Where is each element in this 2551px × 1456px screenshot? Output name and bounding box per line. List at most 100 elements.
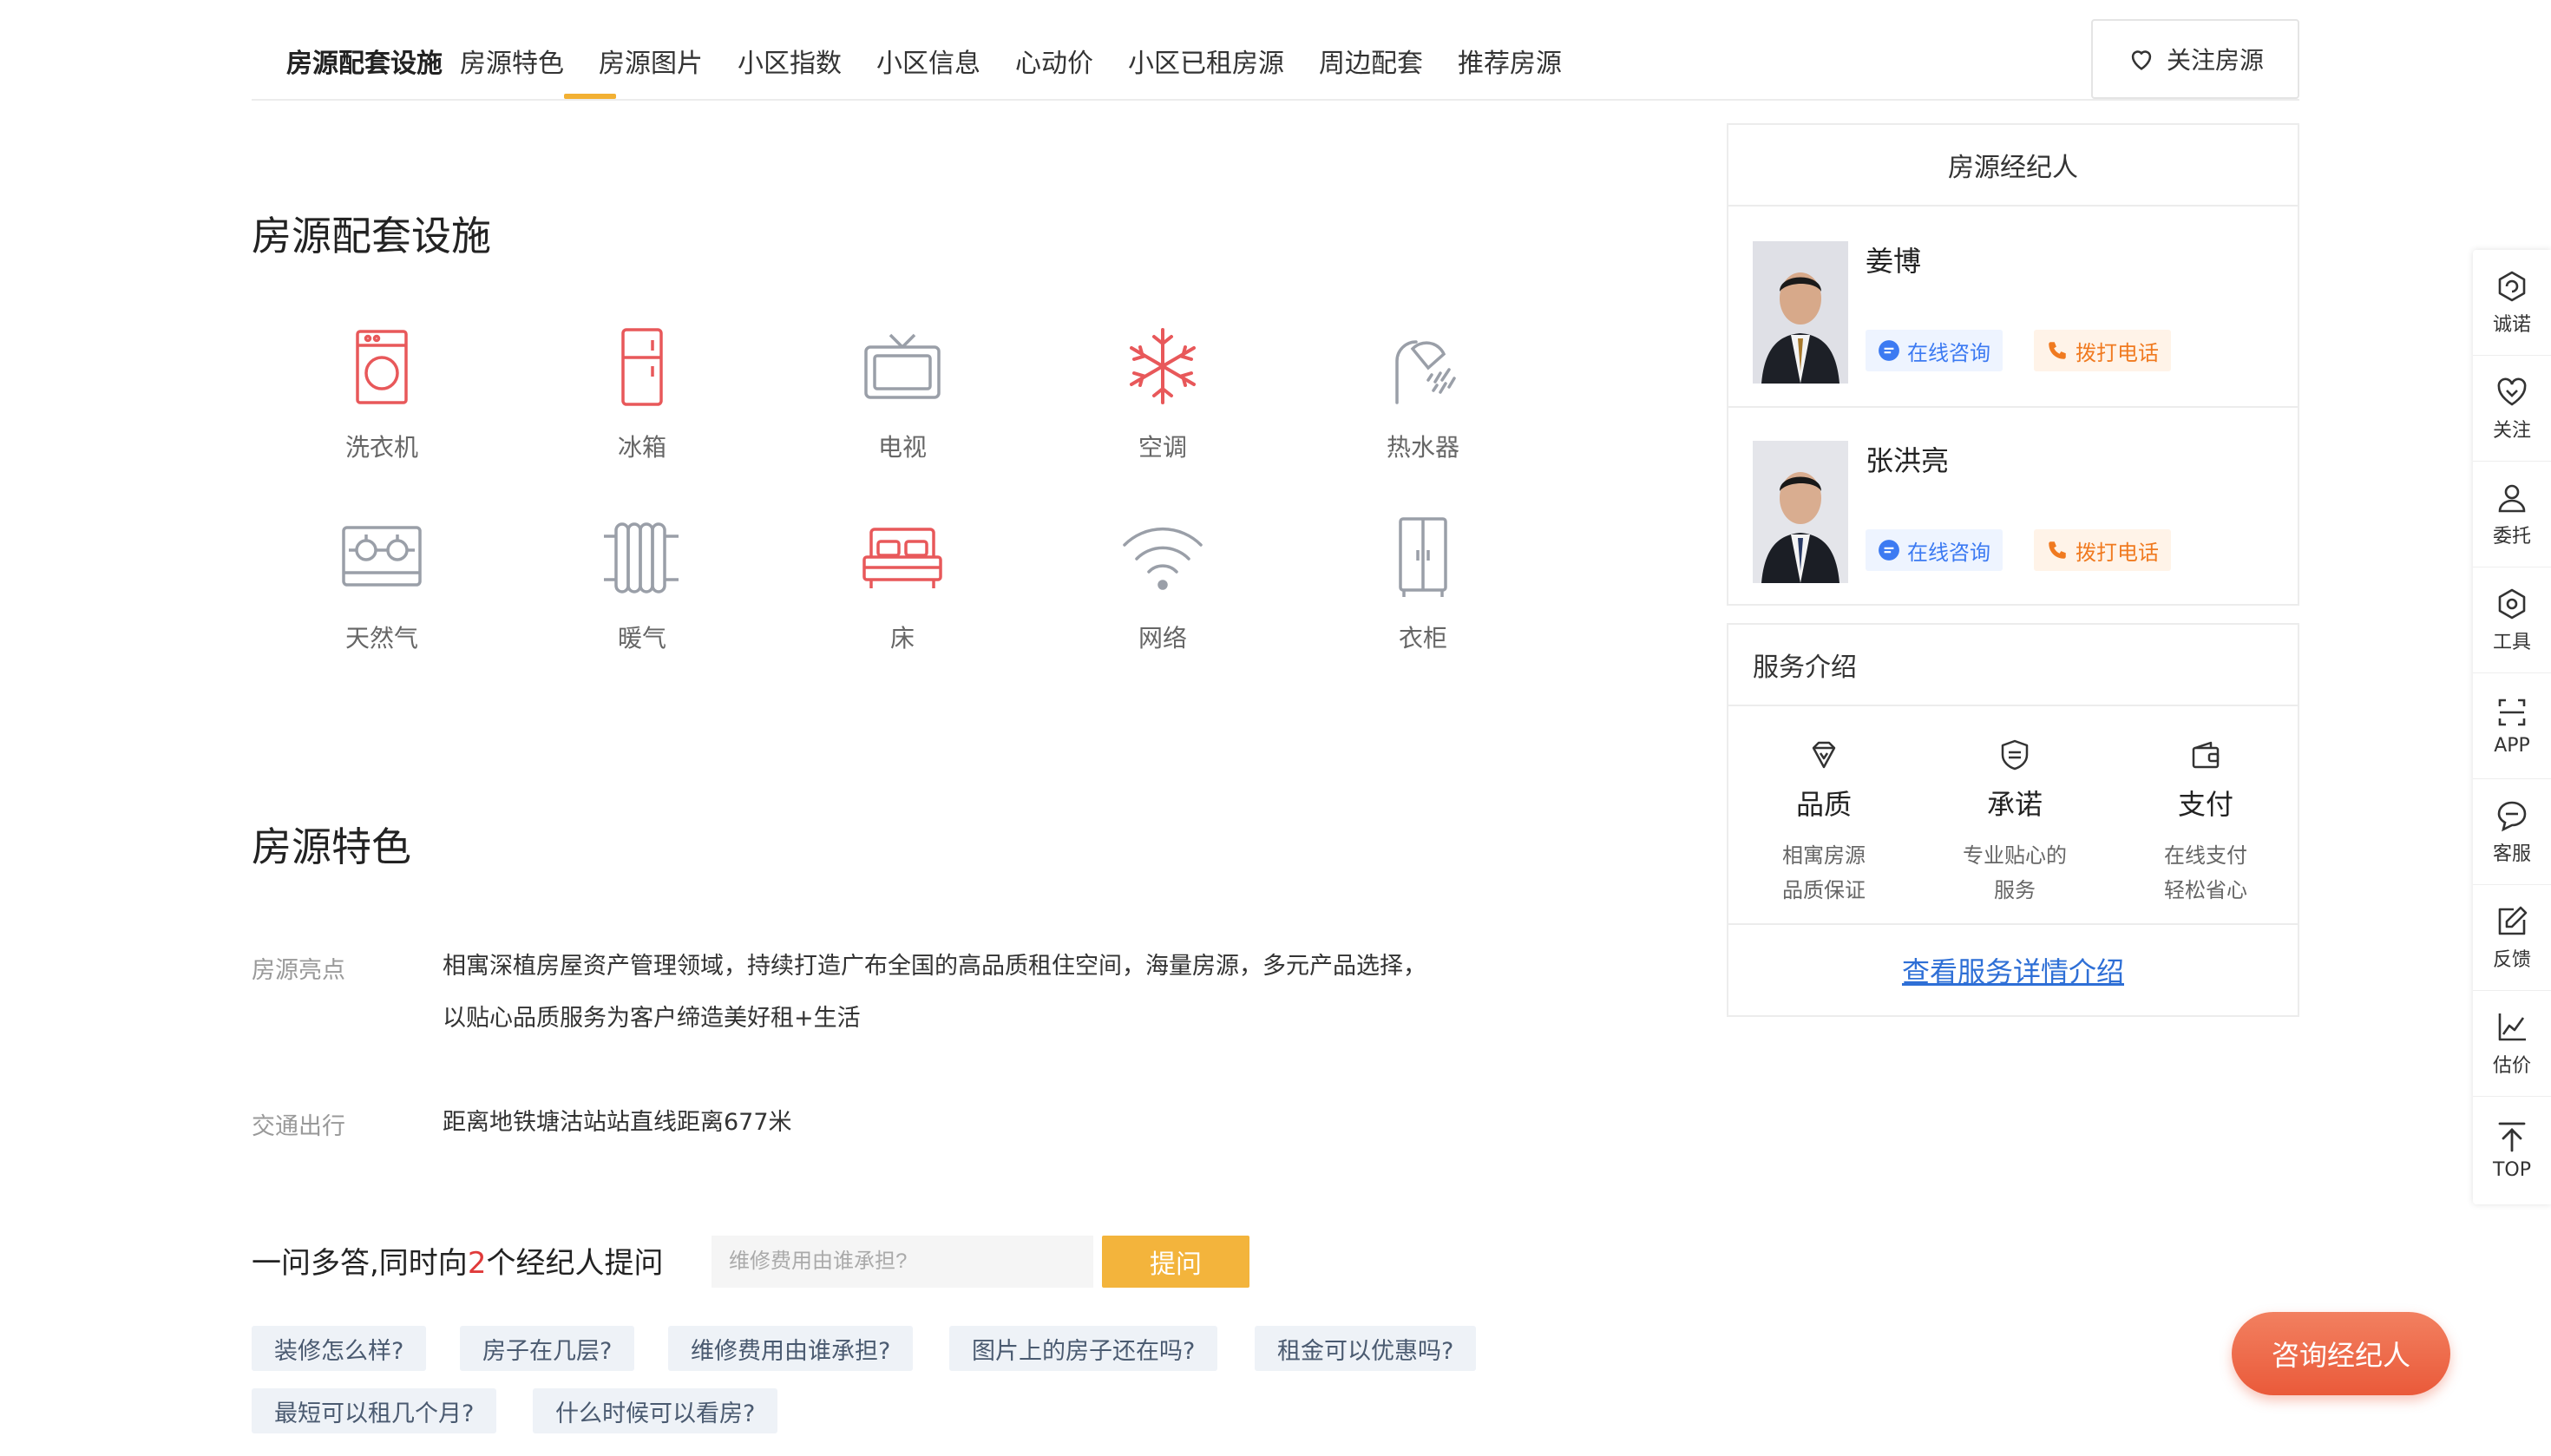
qa-agent-count: 2 <box>467 1246 487 1281</box>
facility-washing-machine: 洗衣机 <box>295 323 469 479</box>
call-phone-button[interactable]: 拨打电话 <box>2034 529 2171 571</box>
call-phone-label: 拨打电话 <box>2076 340 2159 365</box>
qa-question-input[interactable] <box>712 1236 1093 1288</box>
facilities-title: 房源配套设施 <box>252 213 491 259</box>
feature-key-transport: 交通出行 <box>252 1113 345 1140</box>
tab-facilities[interactable]: 房源配套设施 <box>286 42 443 80</box>
toolbar-tools[interactable]: 工具 <box>2473 567 2551 673</box>
qa-chip[interactable]: 租金可以优惠吗? <box>1255 1326 1477 1371</box>
chat-icon <box>1879 340 1899 361</box>
agent-row: 姜博 在线咨询 拨打电话 <box>1728 208 2298 408</box>
tab-features[interactable]: 房源特色 <box>460 42 564 80</box>
toolbar-label: 客服 <box>2492 843 2531 865</box>
service-desc: 相寓房源 品质保证 <box>1782 843 1866 902</box>
qa-chip[interactable]: 维修费用由谁承担? <box>668 1326 914 1371</box>
qa-title-prefix: 一问多答,同时向 <box>252 1246 468 1281</box>
qa-chip[interactable]: 最短可以租几个月? <box>252 1388 497 1433</box>
washing-machine-icon <box>356 330 408 404</box>
toolbar-label: TOP <box>2492 1158 2532 1181</box>
scan-icon <box>2498 698 2526 726</box>
tab-heart-price[interactable]: 心动价 <box>1015 42 1093 80</box>
tab-community-info[interactable]: 小区信息 <box>876 42 980 80</box>
qa-chip[interactable]: 图片上的房子还在吗? <box>949 1326 1218 1371</box>
facility-label: 网络 <box>1138 624 1187 653</box>
chat-bubble-icon <box>2497 801 2527 831</box>
tv-icon <box>864 333 941 399</box>
facility-label: 电视 <box>877 433 927 462</box>
service-card-title: 服务介绍 <box>1728 625 2298 706</box>
toolbar-valuation[interactable]: 估价 <box>2473 991 2551 1097</box>
facility-bed: 床 <box>816 514 989 670</box>
radiator-icon <box>604 522 679 594</box>
toolbar-label: 工具 <box>2492 631 2531 653</box>
tool-icon <box>2498 588 2526 619</box>
agents-card: 房源经纪人 姜博 在线咨询 拨打电话 张洪亮 在线咨询 拨打电话 <box>1727 123 2299 606</box>
service-card: 服务介绍 品质 相寓房源 品质保证 承诺 专业贴心的 服务 支付 在线支付 轻松… <box>1727 623 2299 1017</box>
tab-recommended[interactable]: 推荐房源 <box>1458 42 1562 80</box>
tab-surroundings[interactable]: 周边配套 <box>1319 42 1423 80</box>
facility-fridge: 冰箱 <box>555 323 729 479</box>
shield-icon <box>2001 739 2029 771</box>
toolbar-label: APP <box>2494 735 2530 757</box>
online-consult-button[interactable]: 在线咨询 <box>1866 529 2003 571</box>
right-toolbar: 诚诺 关注 委托 工具 APP 客服 反馈 估价 TOP <box>2473 250 2551 1204</box>
online-consult-button[interactable]: 在线咨询 <box>1866 330 2003 371</box>
bed-icon <box>862 528 942 588</box>
facility-tv: 电视 <box>816 323 989 479</box>
follow-listing-button[interactable]: 关注房源 <box>2091 19 2299 99</box>
service-desc: 在线支付 轻松省心 <box>2164 843 2247 902</box>
agent-row: 张洪亮 在线咨询 拨打电话 <box>1728 408 2298 607</box>
qa-title-suffix: 个经纪人提问 <box>486 1246 664 1281</box>
qa-chip[interactable]: 房子在几层? <box>460 1326 635 1371</box>
phone-icon <box>2049 342 2066 359</box>
promise-icon <box>2498 271 2526 301</box>
service-title: 承诺 <box>1986 788 2043 821</box>
toolbar-app[interactable]: APP <box>2473 673 2551 779</box>
qa-chip[interactable]: 装修怎么样? <box>252 1326 427 1371</box>
call-phone-button[interactable]: 拨打电话 <box>2034 330 2171 371</box>
arrow-up-icon <box>2498 1122 2526 1151</box>
tab-photos[interactable]: 房源图片 <box>599 42 703 80</box>
follow-listing-label: 关注房源 <box>2166 46 2264 75</box>
qa-chip[interactable]: 什么时候可以看房? <box>533 1388 778 1433</box>
tab-community-index[interactable]: 小区指数 <box>738 42 842 80</box>
online-consult-label: 在线咨询 <box>1907 540 1990 565</box>
service-details-link[interactable]: 查看服务详情介绍 <box>1902 950 2124 990</box>
toolbar-follow[interactable]: 关注 <box>2473 356 2551 462</box>
gas-stove-icon <box>342 526 422 587</box>
qa-submit-button[interactable]: 提问 <box>1102 1236 1249 1288</box>
service-item-payment: 支付 在线支付 轻松省心 <box>2110 738 2301 908</box>
facility-water-heater: 热水器 <box>1336 323 1510 479</box>
toolbar-feedback[interactable]: 反馈 <box>2473 885 2551 991</box>
qa-title: 一问多答,同时向2个经纪人提问 <box>252 1239 663 1282</box>
consult-agent-button[interactable]: 咨询经纪人 <box>2232 1312 2450 1395</box>
agent-name: 姜博 <box>1866 245 1922 278</box>
facility-label: 空调 <box>1138 433 1187 462</box>
facility-radiator: 暖气 <box>555 514 729 670</box>
toolbar-back-to-top[interactable]: TOP <box>2473 1097 2551 1203</box>
agent-avatar <box>1753 441 1848 583</box>
heart-outline-icon <box>2131 50 2152 70</box>
facility-label: 洗衣机 <box>344 433 418 462</box>
agent-avatar <box>1753 241 1848 384</box>
toolbar-label: 诚诺 <box>2492 313 2531 336</box>
service-desc: 专业贴心的 服务 <box>1963 843 2067 902</box>
toolbar-promise[interactable]: 诚诺 <box>2473 250 2551 356</box>
facility-label: 冰箱 <box>617 433 666 462</box>
call-phone-label: 拨打电话 <box>2076 540 2159 565</box>
service-title: 支付 <box>2177 788 2233 821</box>
facility-label: 床 <box>889 624 915 653</box>
wifi-icon <box>1123 528 1203 590</box>
facility-label: 天然气 <box>344 624 418 653</box>
toolbar-customer-service[interactable]: 客服 <box>2473 779 2551 885</box>
facility-wardrobe: 衣柜 <box>1336 514 1510 670</box>
facility-wifi: 网络 <box>1076 514 1249 670</box>
service-title: 品质 <box>1795 788 1852 821</box>
water-heater-icon <box>1395 340 1456 404</box>
phone-icon <box>2049 541 2066 559</box>
facility-label: 热水器 <box>1386 433 1459 462</box>
tab-rented-listings[interactable]: 小区已租房源 <box>1128 42 1284 80</box>
feature-value-highlights: 相寓深植房屋资产管理领域，持续打造广布全国的高品质租住空间，海量房源，多元产品选… <box>443 953 1426 1032</box>
toolbar-entrust[interactable]: 委托 <box>2473 462 2551 567</box>
active-tab-indicator <box>564 94 616 99</box>
